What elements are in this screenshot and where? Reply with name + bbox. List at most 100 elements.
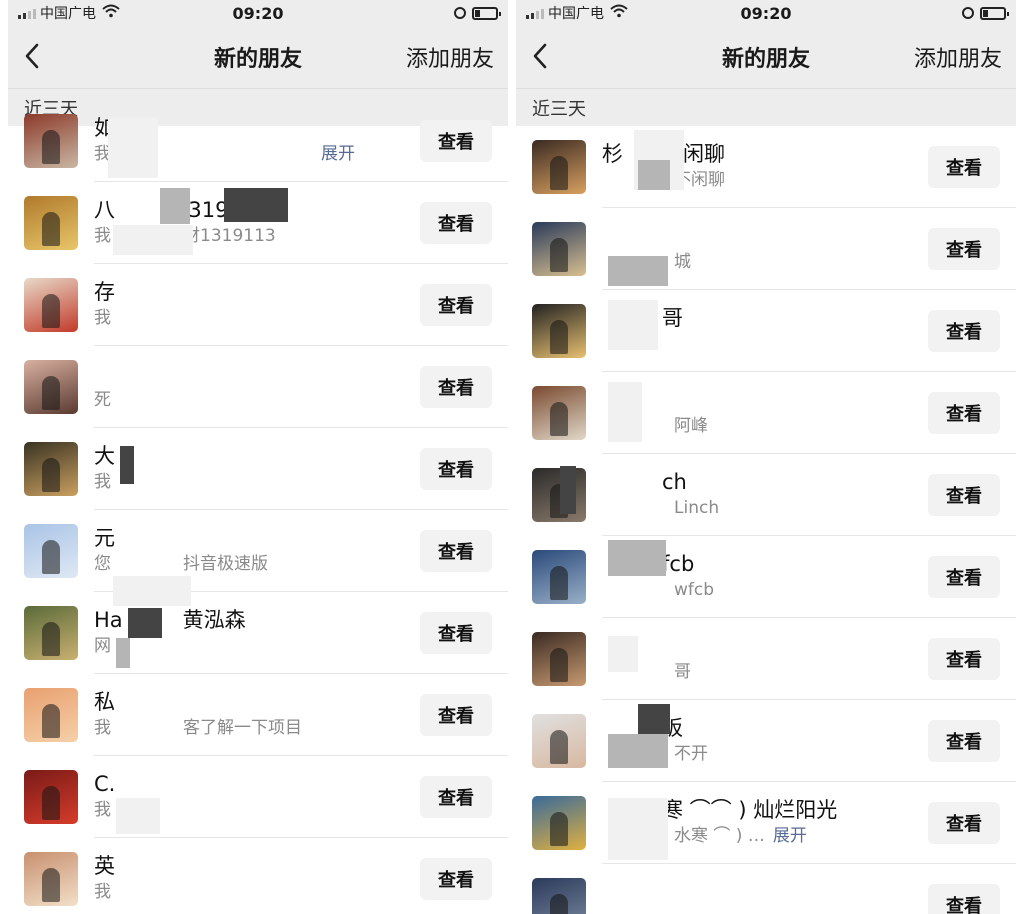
row-texts: ch Linch xyxy=(602,468,928,522)
view-request-button[interactable]: 查看 xyxy=(928,146,1000,188)
view-request-button[interactable]: 查看 xyxy=(420,448,492,490)
signal-icon xyxy=(526,7,544,19)
view-request-button[interactable]: 查看 xyxy=(928,802,1000,844)
friend-request-row[interactable]: fcb wfcb 查看 xyxy=(516,536,1016,618)
avatar[interactable] xyxy=(24,770,78,824)
name-visible-start: 英 xyxy=(94,854,115,878)
view-request-button[interactable]: 查看 xyxy=(928,392,1000,434)
avatar[interactable] xyxy=(532,140,586,194)
view-request-button[interactable]: 查看 xyxy=(420,612,492,654)
add-friends-button[interactable]: 添加朋友 xyxy=(914,41,1002,73)
message-visible-end: 水寒 ⌒ ) … xyxy=(674,826,765,846)
avatar-figure xyxy=(42,212,60,246)
name-visible-start: Ha xyxy=(94,608,123,632)
avatar[interactable] xyxy=(532,632,586,686)
wifi-icon xyxy=(102,4,120,22)
view-request-button[interactable]: 查看 xyxy=(420,776,492,818)
avatar-figure xyxy=(42,294,60,328)
friend-request-row[interactable]: 存我查看 xyxy=(8,264,508,346)
avatar[interactable] xyxy=(532,304,586,358)
expand-link[interactable]: 展开 xyxy=(321,144,355,164)
avatar[interactable] xyxy=(24,688,78,742)
avatar[interactable] xyxy=(532,222,586,276)
friend-request-row[interactable]: 元您 抖音极速版 查看 xyxy=(8,510,508,592)
view-request-button[interactable]: 查看 xyxy=(420,366,492,408)
avatar[interactable] xyxy=(24,114,78,168)
expand-link[interactable]: 展开 xyxy=(773,826,807,846)
friend-request-row[interactable]: 如我展开 查看 xyxy=(8,100,508,182)
message-visible-end: 不开 xyxy=(674,744,708,764)
friend-request-row[interactable]: Ha 黄泓森网 查看 xyxy=(8,592,508,674)
avatar[interactable] xyxy=(532,386,586,440)
name-visible-end: 闲聊 xyxy=(683,142,725,166)
avatar[interactable] xyxy=(532,796,586,850)
name-visible-end: 哥 xyxy=(662,306,683,330)
avatar[interactable] xyxy=(532,550,586,604)
avatar[interactable] xyxy=(24,524,78,578)
back-chevron-icon[interactable] xyxy=(530,42,550,70)
row-texts xyxy=(602,878,928,914)
friend-request-row[interactable]: 英我查看 xyxy=(8,838,508,914)
friend-request-row[interactable]: 大我查看 xyxy=(8,428,508,510)
avatar[interactable] xyxy=(24,852,78,906)
friend-request-row[interactable]: 查看 xyxy=(516,864,1016,914)
back-chevron-icon[interactable] xyxy=(22,42,42,70)
message-visible-end: wfcb xyxy=(674,580,715,600)
carrier-label: 中国广电 xyxy=(548,6,604,22)
avatar[interactable] xyxy=(24,360,78,414)
friend-name: ch xyxy=(602,468,928,496)
view-request-button[interactable]: 查看 xyxy=(420,284,492,326)
add-friends-button[interactable]: 添加朋友 xyxy=(406,41,494,73)
avatar-figure xyxy=(42,130,60,164)
friend-request-row[interactable]: 死 查看 xyxy=(8,346,508,428)
friend-request-row[interactable]: C. 我 查看 xyxy=(8,756,508,838)
avatar[interactable] xyxy=(24,196,78,250)
view-request-button[interactable]: 查看 xyxy=(928,228,1000,270)
avatar[interactable] xyxy=(532,878,586,914)
row-texts: 元您 抖音极速版 xyxy=(94,524,420,578)
view-request-button[interactable]: 查看 xyxy=(420,202,492,244)
message-visible-end: 哥 xyxy=(674,662,691,682)
friend-request-row[interactable]: 板不开 查看 xyxy=(516,700,1016,782)
row-texts: 英我 xyxy=(94,852,420,906)
avatar[interactable] xyxy=(532,468,586,522)
name-visible-end: fcb xyxy=(662,552,695,576)
avatar[interactable] xyxy=(532,714,586,768)
message-visible-end: Linch xyxy=(674,498,720,518)
mosaic-block xyxy=(113,225,193,255)
friend-request-row[interactable]: ch Linch 查看 xyxy=(516,454,1016,536)
mosaic-block xyxy=(560,466,576,514)
row-texts: 大我 xyxy=(94,442,420,496)
view-request-button[interactable]: 查看 xyxy=(928,720,1000,762)
view-request-button[interactable]: 查看 xyxy=(928,310,1000,352)
view-request-button[interactable]: 查看 xyxy=(420,858,492,900)
friend-request-row[interactable]: 哥 查看 xyxy=(516,290,1016,372)
view-request-button[interactable]: 查看 xyxy=(420,694,492,736)
friend-request-row[interactable]: 杉闲聊 不闲聊 查看 xyxy=(516,126,1016,208)
friend-request-row[interactable]: 寒 ⌒⌒ ) 灿烂阳光 水寒 ⌒ ) … 展开 查看 xyxy=(516,782,1016,864)
message-visible-start: 我 xyxy=(94,800,111,820)
view-request-button[interactable]: 查看 xyxy=(928,638,1000,680)
page-title: 新的朋友 xyxy=(213,47,303,72)
friend-request-row[interactable]: 哥 查看 xyxy=(516,618,1016,700)
mosaic-block xyxy=(116,638,130,668)
avatar[interactable] xyxy=(24,606,78,660)
avatar[interactable] xyxy=(24,442,78,496)
friend-name: 英 xyxy=(94,852,420,880)
friend-request-row[interactable]: 阿峰 查看 xyxy=(516,372,1016,454)
message-visible-start: 我 xyxy=(94,718,111,738)
name-visible-start: 元 xyxy=(94,526,115,550)
view-request-button[interactable]: 查看 xyxy=(928,884,1000,914)
view-request-button[interactable]: 查看 xyxy=(420,120,492,162)
page-title: 新的朋友 xyxy=(721,47,811,72)
friend-request-row[interactable]: 私我 客了解一下项目 查看 xyxy=(8,674,508,756)
request-message: 我 xyxy=(94,470,420,494)
view-request-button[interactable]: 查看 xyxy=(928,556,1000,598)
friend-request-row[interactable]: 城 查看 xyxy=(516,208,1016,290)
view-request-button[interactable]: 查看 xyxy=(420,530,492,572)
view-request-button[interactable]: 查看 xyxy=(928,474,1000,516)
mosaic-block xyxy=(608,382,642,442)
message-visible-end: 城 xyxy=(674,252,691,272)
wifi-icon xyxy=(610,4,628,22)
avatar[interactable] xyxy=(24,278,78,332)
